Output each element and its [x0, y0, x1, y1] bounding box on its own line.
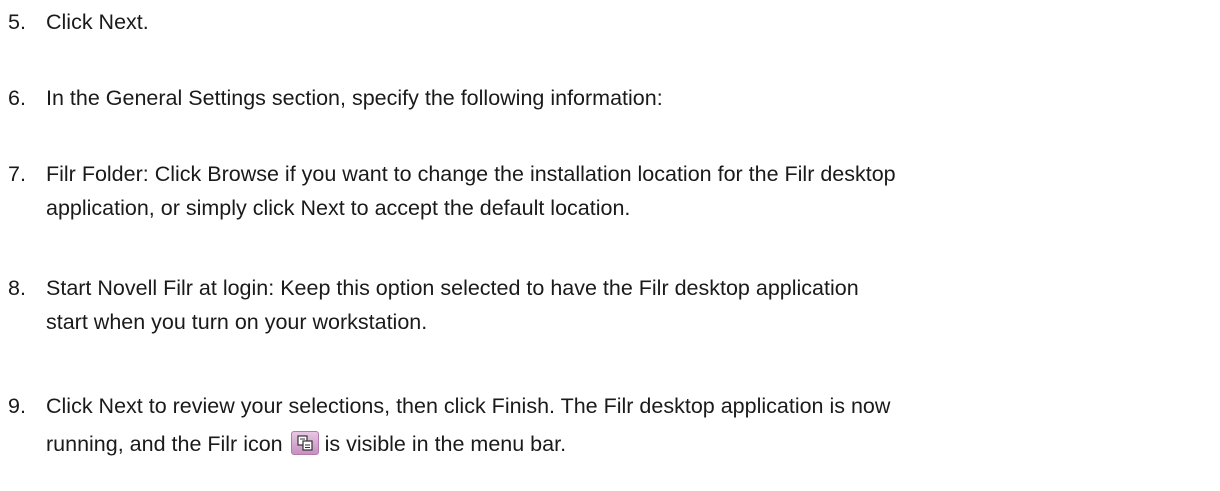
- step-text-line-2-start: running, and the Filr icon: [46, 432, 283, 456]
- step-text-line-1: Filr Folder: Click Browse if you want to…: [46, 162, 896, 186]
- step-text: Click Next.: [46, 10, 149, 34]
- step-number: 9.: [8, 394, 26, 418]
- step-text: Click Next to review your selections, th…: [46, 387, 1208, 463]
- step-text: Start Novell Filr at login: Keep this op…: [46, 271, 1208, 339]
- step-number: 6.: [8, 86, 26, 110]
- step-text-line-2: application, or simply click Next to acc…: [46, 196, 631, 220]
- step-text: Filr Folder: Click Browse if you want to…: [46, 157, 1208, 225]
- step-text-line-2: start when you turn on your workstation.: [46, 310, 428, 334]
- step-5: 5. Click Next.: [8, 5, 1208, 39]
- step-number: 5.: [8, 10, 26, 34]
- step-text-line-2-end: is visible in the menu bar.: [324, 432, 567, 456]
- step-6: 6. In the General Settings section, spec…: [8, 81, 1208, 115]
- step-text-line-1: Click Next to review your selections, th…: [46, 394, 891, 418]
- step-number: 8.: [8, 276, 26, 300]
- step-text-line-1: Start Novell Filr at login: Keep this op…: [46, 276, 859, 300]
- instruction-document: 5. Click Next. 6. In the General Setting…: [0, 0, 1220, 491]
- step-number: 7.: [8, 162, 26, 186]
- step-7: 7. Filr Folder: Click Browse if you want…: [8, 157, 1208, 225]
- filr-icon: [290, 431, 319, 455]
- step-9: 9. Click Next to review your selections,…: [8, 387, 1208, 463]
- step-text: In the General Settings section, specify…: [46, 86, 663, 110]
- step-8: 8. Start Novell Filr at login: Keep this…: [8, 271, 1208, 339]
